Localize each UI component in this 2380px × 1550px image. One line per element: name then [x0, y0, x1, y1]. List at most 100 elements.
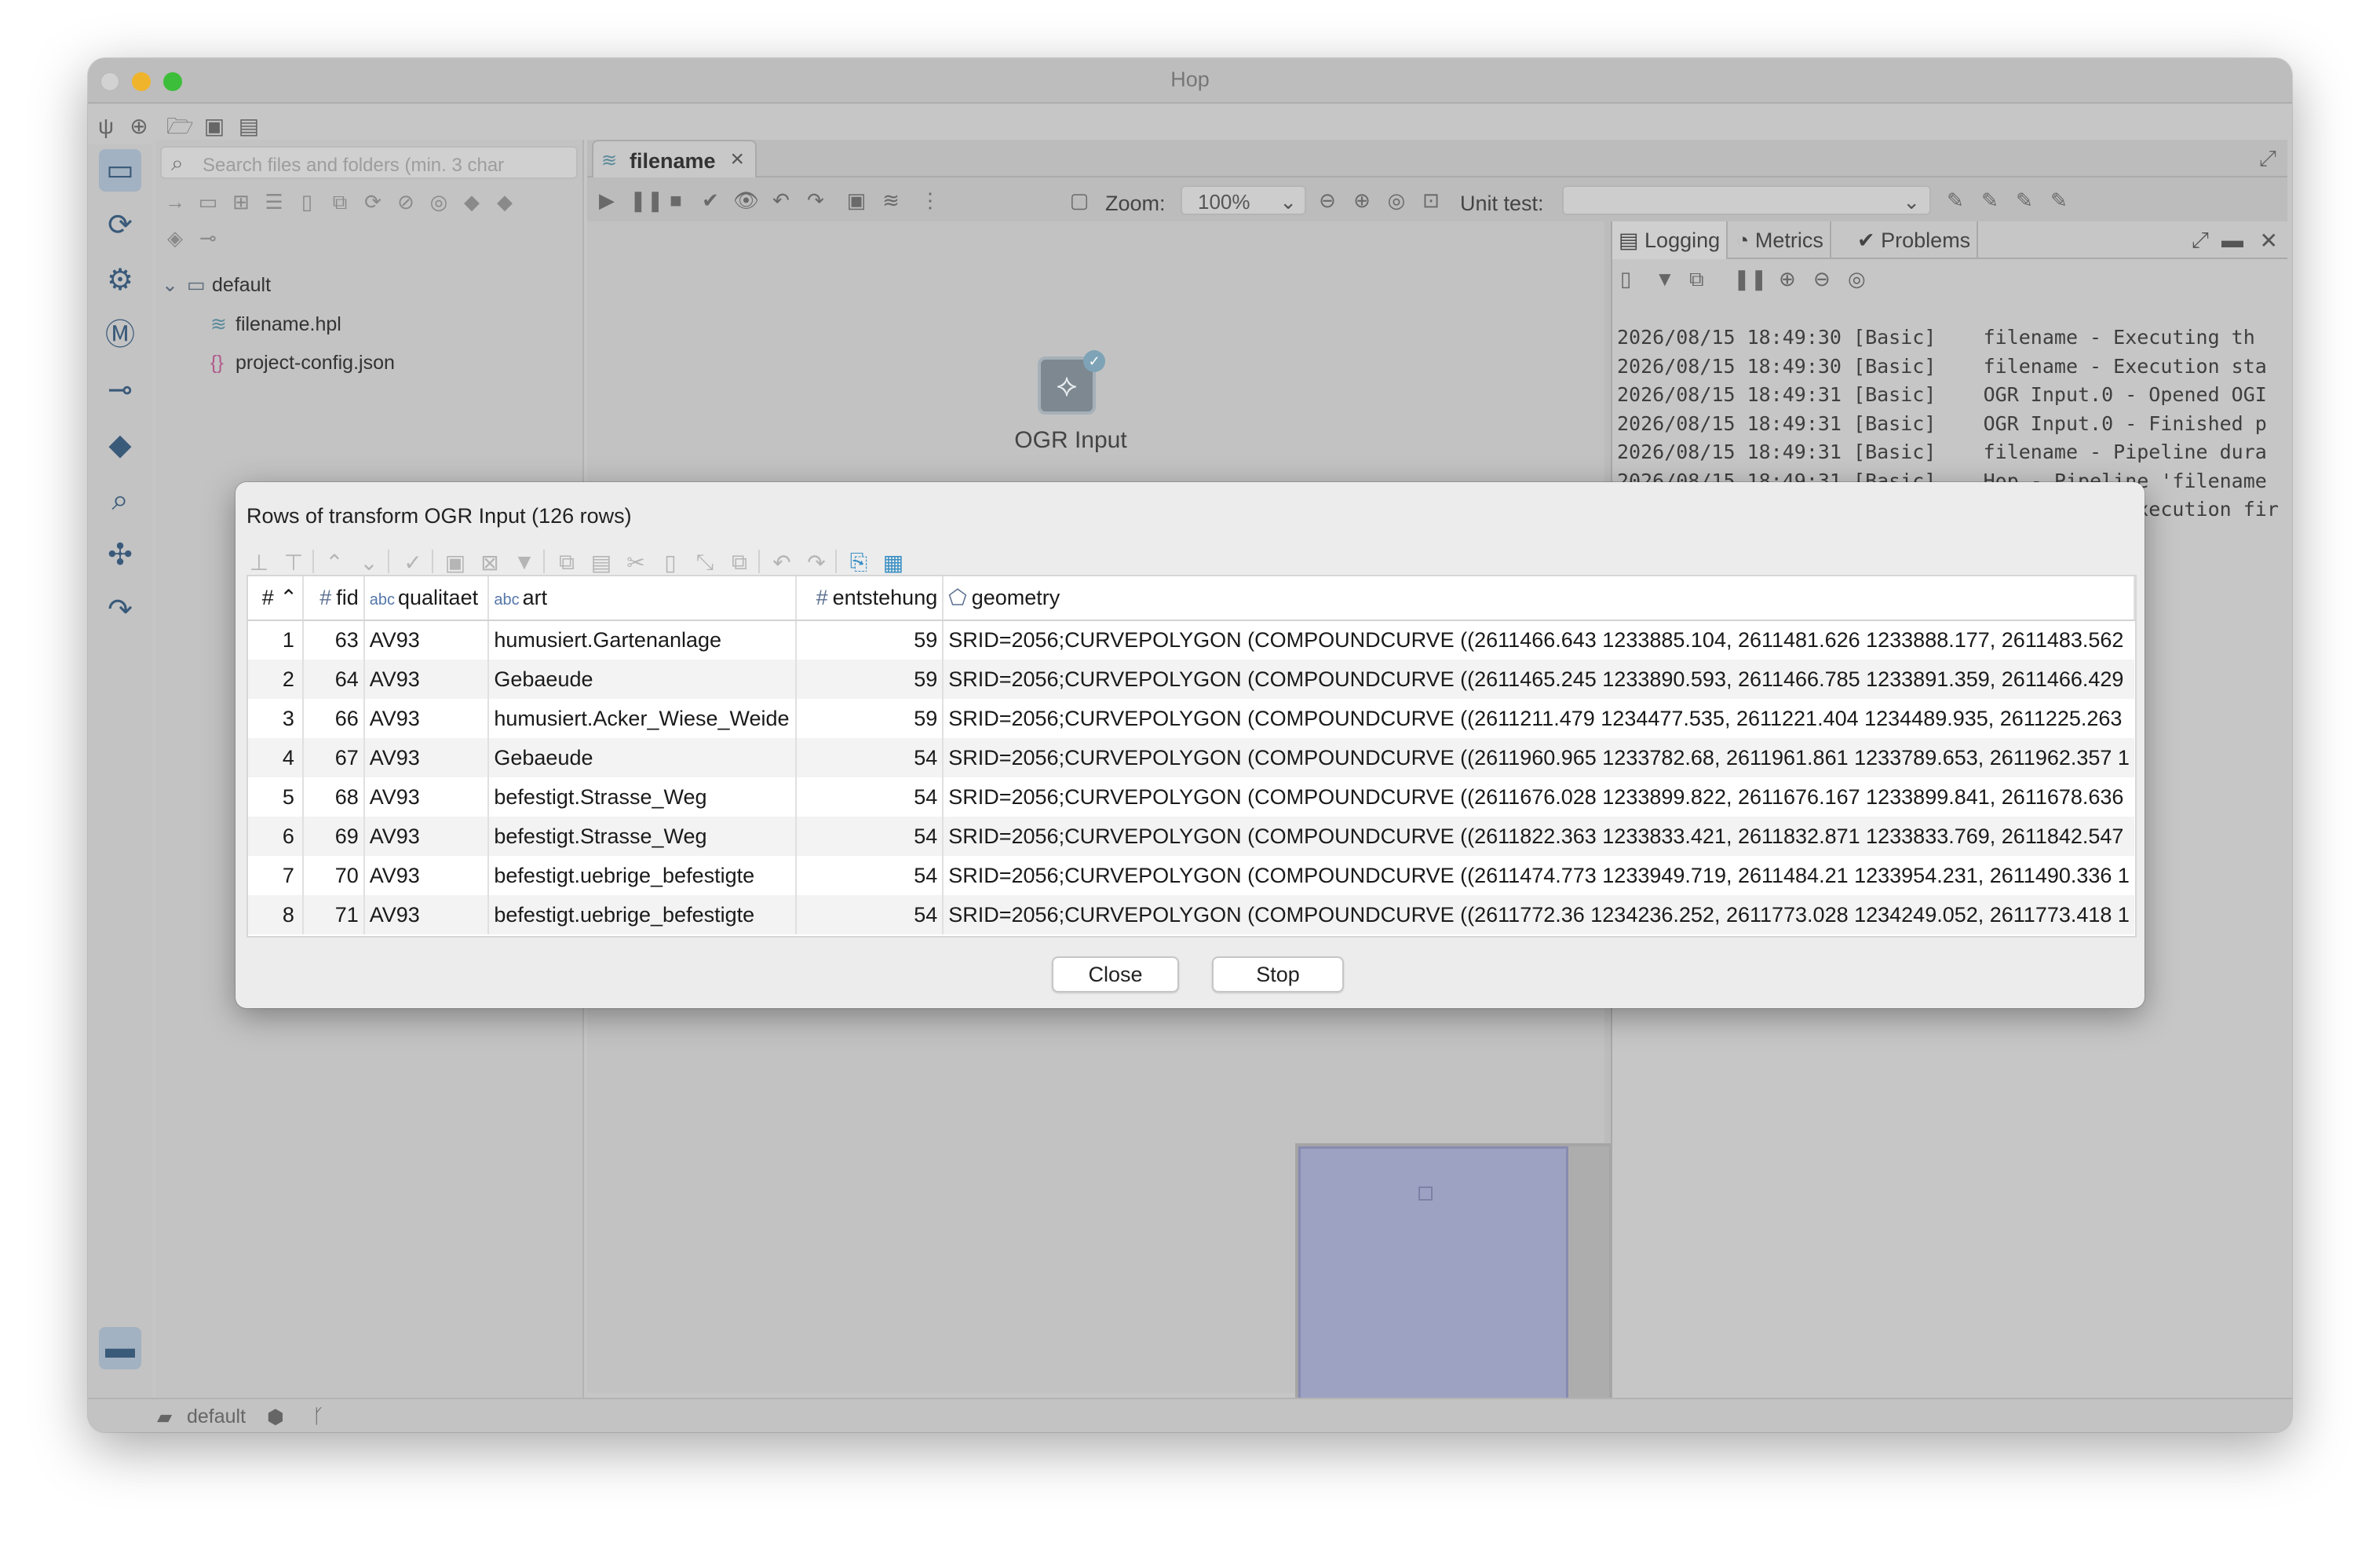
- cell-rownum[interactable]: 4: [248, 738, 304, 777]
- stop-icon[interactable]: ■: [664, 188, 688, 213]
- table-row[interactable]: 8 71 AV93 befestigt.uebrige_befestigte 54 SRI…: [248, 895, 2134, 934]
- cell-art[interactable]: befestigt.Strasse_Weg: [488, 777, 797, 817]
- tab-problems[interactable]: ✔ Problems: [1851, 221, 1979, 259]
- cell-rownum[interactable]: 5: [248, 777, 304, 817]
- maximize-icon[interactable]: ⤢: [2259, 146, 2276, 172]
- cell-fid[interactable]: 67: [302, 738, 365, 777]
- clear-selection-icon[interactable]: ⊠: [477, 550, 502, 576]
- redo-icon[interactable]: ↷: [804, 188, 827, 213]
- clean-icon[interactable]: ✓: [400, 550, 425, 576]
- run-icon[interactable]: ▶: [595, 188, 619, 213]
- zoom-100-icon[interactable]: ◎: [1385, 188, 1408, 213]
- console-icon[interactable]: ▬: [99, 1327, 141, 1369]
- cell-entstehung[interactable]: 54: [795, 895, 944, 934]
- cell-rownum[interactable]: 7: [248, 856, 304, 895]
- search-icon[interactable]: ⌕: [99, 479, 141, 521]
- cell-qualitaet[interactable]: AV93: [363, 777, 490, 817]
- cell-geometry[interactable]: SRID=2056;CURVEPOLYGON (COMPOUNDCURVE ((…: [943, 817, 2134, 856]
- zoom-out-log-icon[interactable]: ⊖: [1813, 267, 1831, 291]
- filter-icon[interactable]: ▼: [1655, 267, 1675, 291]
- project-name[interactable]: default: [187, 1406, 246, 1428]
- cell-qualitaet[interactable]: AV93: [363, 895, 490, 934]
- git-branch-icon[interactable]: ᚴ: [312, 1406, 324, 1428]
- undo-icon[interactable]: ↶: [769, 188, 793, 213]
- tree-item-filename-hpl[interactable]: ≋ filename.hpl: [210, 313, 341, 336]
- column-header-geometry[interactable]: ⬠ geometry: [943, 576, 2135, 621]
- cell-qualitaet[interactable]: AV93: [363, 699, 490, 738]
- git-remove-icon[interactable]: ◆: [493, 190, 517, 214]
- reset-zoom-log-icon[interactable]: ◎: [1848, 267, 1866, 291]
- git-diff-icon[interactable]: ◈: [163, 226, 187, 250]
- cell-fid[interactable]: 64: [302, 660, 365, 699]
- cell-art[interactable]: befestigt.uebrige_befestigte: [488, 856, 797, 895]
- table-row[interactable]: 2 64 AV93 Gebaeude 59 SRID=2056;CURVEPOLYGON …: [248, 660, 2134, 699]
- cell-fid[interactable]: 66: [302, 699, 365, 738]
- unit-test-select[interactable]: ⌄: [1562, 185, 1931, 215]
- zoom-in-icon[interactable]: ⊕: [1350, 188, 1374, 213]
- table-row[interactable]: 5 68 AV93 befestigt.Strasse_Weg 54 SRID=2056;…: [248, 777, 2134, 817]
- column-header-qualitaet[interactable]: abc qualitaet: [363, 576, 490, 621]
- cell-entstehung[interactable]: 59: [795, 699, 944, 738]
- cell-art[interactable]: humusiert.Gartenanlage: [488, 620, 797, 660]
- align-icon[interactable]: ⋮: [918, 188, 942, 213]
- cell-geometry[interactable]: SRID=2056;CURVEPOLYGON (COMPOUNDCURVE ((…: [943, 699, 2134, 738]
- tree-item-project-config[interactable]: {} project-config.json: [210, 352, 395, 375]
- preview-eye-icon[interactable]: 👁: [733, 188, 759, 213]
- environment-icon[interactable]: ⬢: [267, 1406, 284, 1429]
- cell-entstehung[interactable]: 54: [795, 777, 944, 817]
- zoom-out-icon[interactable]: ⊖: [1316, 188, 1339, 213]
- save-icon[interactable]: ▣: [201, 113, 228, 140]
- copy-log-icon[interactable]: ⧉: [1689, 267, 1704, 292]
- maximize-panel-icon[interactable]: ⤢: [2192, 228, 2209, 254]
- fit-icon[interactable]: ▢: [1068, 188, 1091, 213]
- target-icon[interactable]: ◎: [427, 190, 451, 214]
- execution-info-icon[interactable]: ⊸: [99, 369, 141, 411]
- table-row[interactable]: 6 69 AV93 befestigt.Strasse_Weg 54 SRID=2056;…: [248, 817, 2134, 856]
- cell-art[interactable]: Gebaeude: [488, 738, 797, 777]
- cell-geometry[interactable]: SRID=2056;CURVEPOLYGON (COMPOUNDCURVE ((…: [943, 738, 2134, 777]
- cell-entstehung[interactable]: 54: [795, 817, 944, 856]
- configuration-gear-icon[interactable]: ⚙: [99, 259, 141, 302]
- table-row[interactable]: 3 66 AV93 humusiert.Acker_Wiese_Weide 59 SRID…: [248, 699, 2134, 738]
- cell-art[interactable]: humusiert.Acker_Wiese_Weide: [488, 699, 797, 738]
- minimize-panel-icon[interactable]: ▬: [2221, 228, 2243, 253]
- cell-geometry[interactable]: SRID=2056;CURVEPOLYGON (COMPOUNDCURVE ((…: [943, 895, 2134, 934]
- cell-geometry[interactable]: SRID=2056;CURVEPOLYGON (COMPOUNDCURVE ((…: [943, 620, 2134, 660]
- cell-rownum[interactable]: 8: [248, 895, 304, 934]
- column-stats-icon[interactable]: ▦: [881, 550, 906, 576]
- data-orchestration-icon[interactable]: ⟳: [99, 204, 141, 247]
- new-icon[interactable]: ⊕: [126, 113, 152, 140]
- cell-art[interactable]: befestigt.Strasse_Weg: [488, 817, 797, 856]
- arrow-icon[interactable]: →: [163, 190, 187, 214]
- paste-icon[interactable]: ▤: [589, 550, 614, 576]
- filter-icon[interactable]: ▼: [512, 550, 537, 575]
- move-up-icon[interactable]: ⌃: [322, 550, 347, 576]
- cell-fid[interactable]: 70: [302, 856, 365, 895]
- canvas-navigator[interactable]: [1295, 1143, 1612, 1432]
- delete-test-icon[interactable]: ✎: [2013, 188, 2036, 213]
- table-row[interactable]: 4 67 AV93 Gebaeude 54 SRID=2056;CURVEPOLYGON …: [248, 738, 2134, 777]
- delete-icon[interactable]: ▯: [295, 190, 319, 214]
- cell-qualitaet[interactable]: AV93: [363, 738, 490, 777]
- zoom-in-log-icon[interactable]: ⊕: [1779, 267, 1796, 291]
- explorer-perspective-icon[interactable]: ▭: [99, 149, 141, 192]
- cell-rownum[interactable]: 1: [248, 620, 304, 660]
- insert-row-before-icon[interactable]: ⊥: [246, 550, 272, 576]
- duplicate-icon[interactable]: ⧉: [727, 550, 752, 576]
- explorer-search-input[interactable]: ⌕ Search files and folders (min. 3 char: [160, 146, 578, 179]
- cell-rownum[interactable]: 2: [248, 660, 304, 699]
- cell-entstehung[interactable]: 59: [795, 660, 944, 699]
- zoom-select[interactable]: 100% ⌄: [1181, 185, 1306, 215]
- table-row[interactable]: 7 70 AV93 befestigt.uebrige_befestigte 54 SRI…: [248, 856, 2134, 895]
- preview-data-grid[interactable]: # ⌃ # fid abc qualitaet abc art # entstehung…: [246, 575, 2137, 938]
- neo4j-icon[interactable]: ↷: [99, 589, 141, 631]
- cell-qualitaet[interactable]: AV93: [363, 856, 490, 895]
- column-header-fid[interactable]: # fid: [302, 576, 365, 621]
- cell-art[interactable]: befestigt.uebrige_befestigte: [488, 895, 797, 934]
- copy-icon[interactable]: ⧉: [328, 190, 352, 214]
- cell-qualitaet[interactable]: AV93: [363, 817, 490, 856]
- insert-row-after-icon[interactable]: ⊤: [281, 550, 306, 576]
- column-header-rownum[interactable]: # ⌃: [248, 576, 304, 621]
- tab-metrics[interactable]: ◔ Metrics: [1730, 221, 1831, 259]
- move-down-icon[interactable]: ⌄: [356, 550, 381, 576]
